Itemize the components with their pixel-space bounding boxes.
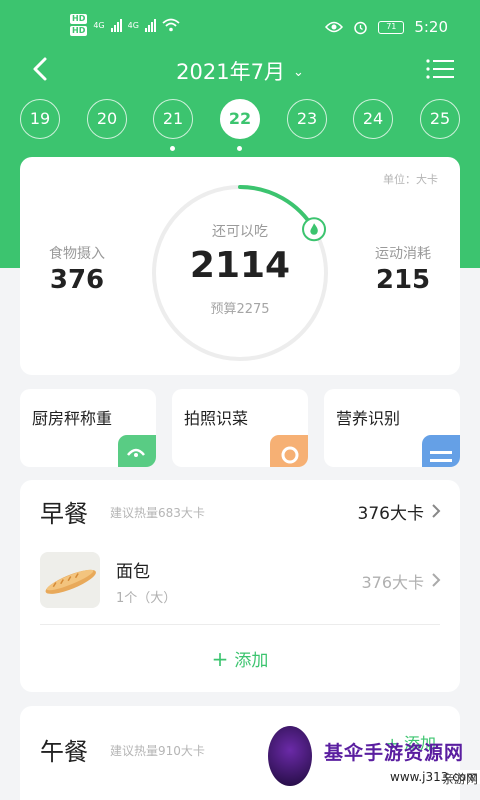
month-label: 2021年7月 xyxy=(176,60,285,84)
network-type: 4G xyxy=(127,20,139,30)
document-icon xyxy=(422,435,460,467)
food-image xyxy=(40,552,100,608)
tool-label: 厨房秤称重 xyxy=(32,409,113,428)
status-bar-left: HD HD 4G 4G xyxy=(70,14,180,36)
camera-icon xyxy=(270,435,308,467)
tool-kitchen-scale[interactable]: 厨房秤称重 xyxy=(20,389,156,467)
budget-label: 预算2275 xyxy=(210,302,270,317)
wifi-icon xyxy=(162,18,180,32)
hd-badges: HD HD xyxy=(70,14,88,36)
alarm-icon xyxy=(354,21,368,34)
intake-value: 376 xyxy=(49,265,105,295)
eye-icon xyxy=(325,21,344,33)
status-bar: HD HD 4G 4G 71 5:20 xyxy=(0,0,480,50)
list-menu-icon[interactable] xyxy=(426,58,454,80)
app-header: 2021年7月 ⌄ xyxy=(0,50,480,92)
breakfast-card: 早餐 建议热量683大卡 376大卡 面包 1个（大） 376大卡 + 添加 xyxy=(20,480,460,692)
chevron-down-icon: ⌄ xyxy=(292,65,304,80)
food-kcal[interactable]: 376大卡 xyxy=(361,569,424,593)
tool-nutrition-recognition[interactable]: 营养识别 xyxy=(324,389,460,467)
hd-badge: HD xyxy=(70,14,88,24)
day-item-selected[interactable]: 22 xyxy=(220,99,260,139)
meal-title: 午餐 xyxy=(40,738,88,766)
watermark-subtitle: 亲游网 xyxy=(442,772,479,786)
signal-icon xyxy=(144,18,156,32)
hd-badge: HD xyxy=(70,26,88,36)
clock: 5:20 xyxy=(414,18,448,36)
add-food-button[interactable]: + 添加 xyxy=(20,646,460,671)
day-item[interactable]: 19 xyxy=(20,99,60,139)
meal-suggestion: 建议热量683大卡 xyxy=(110,506,205,520)
watermark-logo-icon xyxy=(268,726,312,786)
intake-label: 食物摄入 xyxy=(49,246,105,262)
day-item[interactable]: 24 xyxy=(353,99,393,139)
tool-photo-recognition[interactable]: 拍照识菜 xyxy=(172,389,308,467)
scale-icon xyxy=(118,435,156,467)
date-strip: 19 20 21 22 23 24 25 xyxy=(0,99,480,151)
day-item[interactable]: 21 xyxy=(153,99,193,139)
divider xyxy=(40,624,440,625)
exercise-value: 215 xyxy=(375,265,431,295)
add-label: 添加 xyxy=(234,651,269,671)
unit-label: 单位：大卡 xyxy=(383,173,438,186)
status-bar-right: 71 5:20 xyxy=(325,18,448,36)
meal-total-kcal[interactable]: 376大卡 xyxy=(358,499,424,524)
record-dot xyxy=(237,146,242,151)
meal-suggestion: 建议热量910大卡 xyxy=(110,744,205,758)
food-amount: 1个（大） xyxy=(116,591,177,606)
plus-icon: + xyxy=(211,647,229,671)
network-type: 4G xyxy=(93,20,105,30)
battery-icon: 71 xyxy=(378,20,405,34)
day-item[interactable]: 25 xyxy=(420,99,460,139)
watermark: 基伞手游资源网 www.j313.com 亲游网 xyxy=(264,716,480,800)
signal-icon xyxy=(110,18,122,32)
tool-label: 拍照识菜 xyxy=(184,409,249,428)
chevron-right-icon[interactable] xyxy=(430,503,442,519)
record-dot xyxy=(170,146,175,151)
food-name: 面包 xyxy=(116,562,150,582)
day-item[interactable]: 23 xyxy=(287,99,327,139)
remaining-label: 还可以吃 xyxy=(212,224,268,240)
day-item[interactable]: 20 xyxy=(87,99,127,139)
tool-label: 营养识别 xyxy=(336,409,401,428)
watermark-title: 基伞手游资源网 xyxy=(324,742,465,764)
meal-title: 早餐 xyxy=(40,500,88,528)
calorie-summary-card: 单位：大卡 食物摄入 376 还可以吃 2114 预算2275 运动消耗 215 xyxy=(20,157,460,375)
chevron-right-icon[interactable] xyxy=(430,572,442,588)
remaining-value: 2114 xyxy=(189,245,291,286)
exercise-label: 运动消耗 xyxy=(375,246,431,262)
month-selector[interactable]: 2021年7月 ⌄ xyxy=(0,56,480,86)
